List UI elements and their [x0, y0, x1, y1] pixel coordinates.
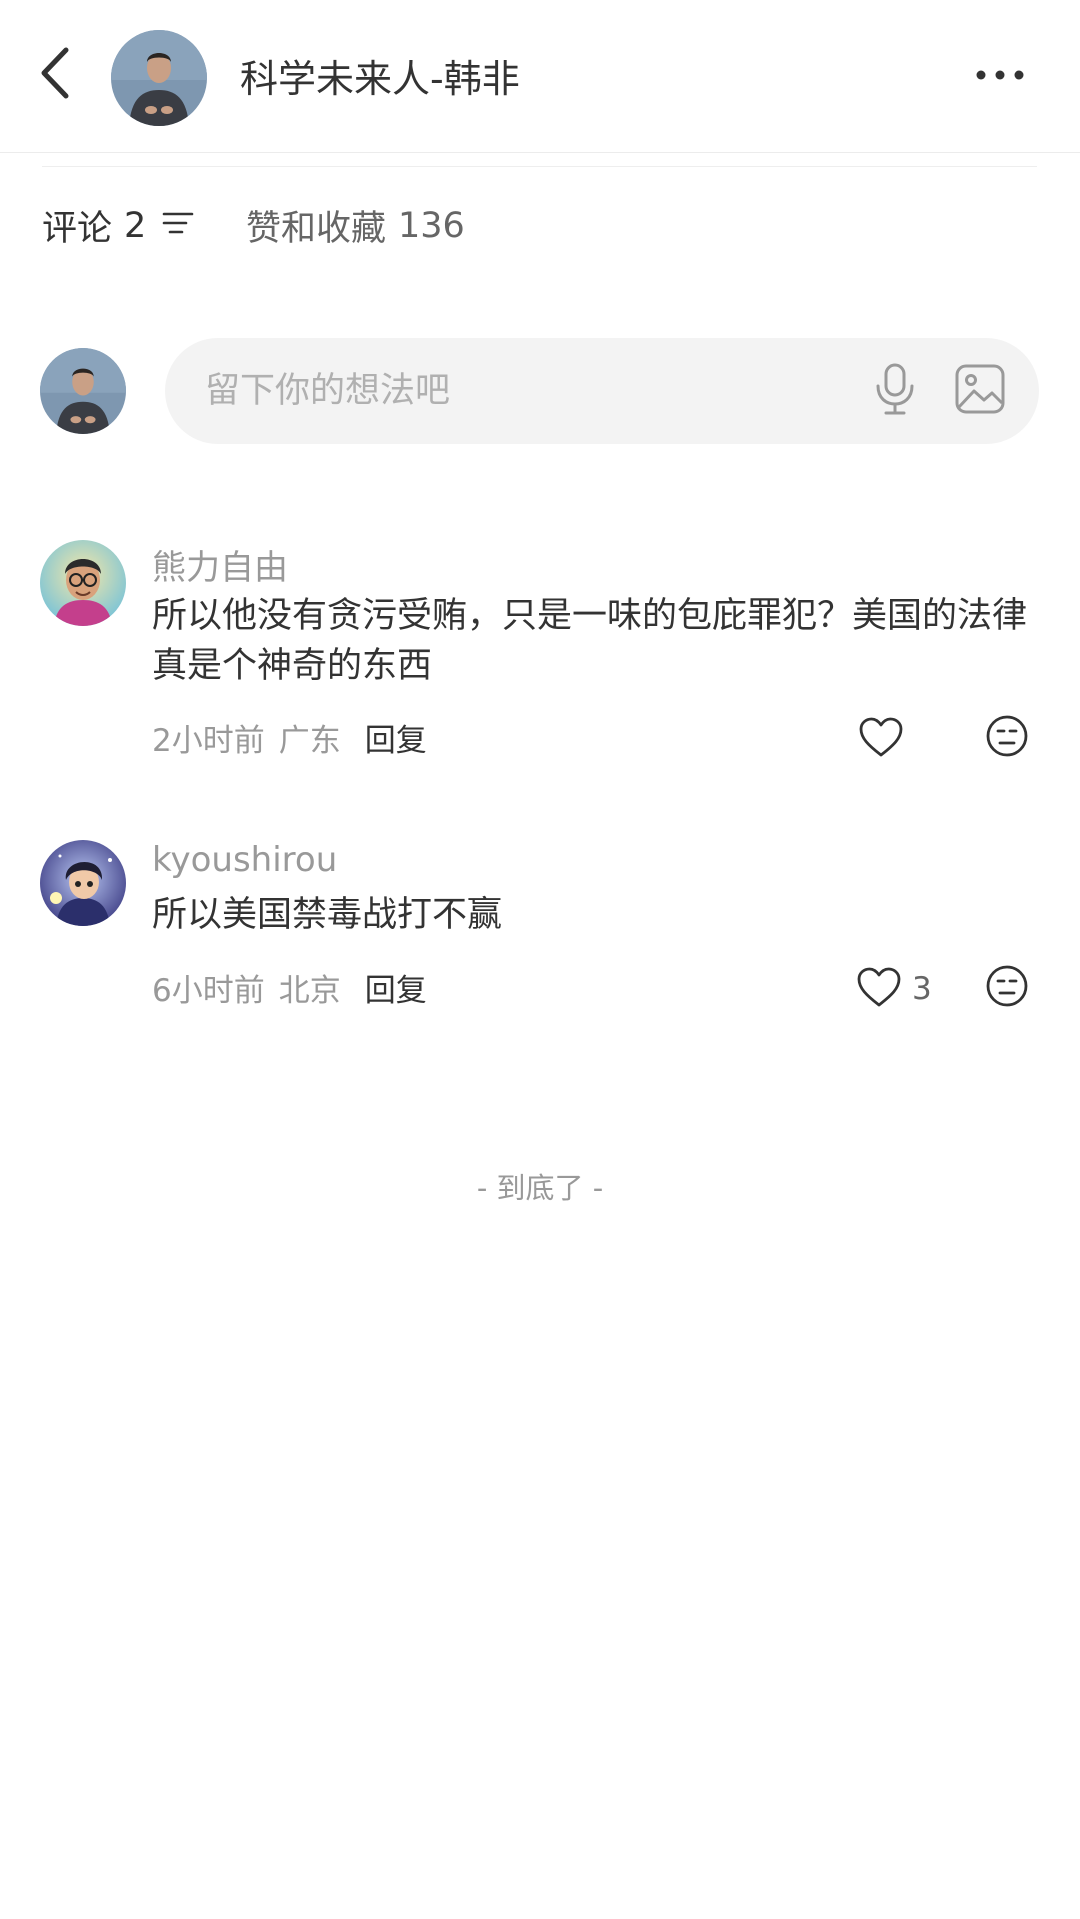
neutral-face-icon: [985, 965, 1029, 1012]
tab-comments-count: 2: [124, 205, 147, 246]
like-button[interactable]: 3: [856, 966, 932, 1012]
comment-item: kyoushirou 所以美国禁毒战打不赢 6小时前 北京 回复 3: [0, 840, 1080, 1020]
author-name[interactable]: 科学未来人-韩非: [240, 48, 520, 103]
commenter-name[interactable]: kyoushirou: [152, 840, 337, 880]
like-count: 3: [912, 971, 932, 1007]
commenter-avatar[interactable]: [40, 540, 126, 626]
back-arrow-icon: [38, 46, 72, 104]
tab-comments[interactable]: 评论 2: [42, 200, 194, 251]
header: 科学未来人-韩非: [0, 0, 1080, 155]
comment-location: 广东: [278, 723, 341, 759]
image-button[interactable]: [950, 361, 1010, 421]
comment-text[interactable]: 所以美国禁毒战打不赢: [152, 890, 1032, 940]
reply-button[interactable]: 回复: [365, 715, 427, 760]
tab-comments-label: 评论: [42, 209, 113, 249]
header-divider: [0, 152, 1080, 153]
more-button[interactable]: [970, 55, 1030, 95]
comment-time: 6小时前: [152, 973, 265, 1009]
emoji-react-button[interactable]: [985, 964, 1029, 1012]
tab-likes-count: 136: [398, 205, 465, 246]
comment-meta: 6小时前 北京 回复: [152, 965, 427, 1010]
section-divider: [42, 166, 1037, 167]
neutral-face-icon: [985, 715, 1029, 762]
comment-meta: 2小时前 广东 回复: [152, 715, 427, 760]
sort-filter-icon[interactable]: [162, 206, 194, 246]
back-button[interactable]: [30, 45, 80, 105]
heart-icon: [858, 716, 904, 762]
author-avatar[interactable]: [111, 30, 207, 126]
comment-text[interactable]: 所以他没有贪污受贿，只是一味的包庇罪犯？美国的法律真是个神奇的东西: [152, 591, 1032, 691]
image-icon: [954, 363, 1006, 419]
tab-likes-label: 赞和收藏: [246, 209, 387, 249]
emoji-react-button[interactable]: [985, 714, 1029, 762]
end-of-list-text: - 到底了 -: [476, 1171, 604, 1205]
heart-icon: [856, 966, 902, 1012]
commenter-name[interactable]: 熊力自由: [152, 540, 288, 589]
comment-item: 熊力自由 所以他没有贪污受贿，只是一味的包庇罪犯？美国的法律真是个神奇的东西 2…: [0, 540, 1080, 770]
more-dots-icon: [975, 66, 1025, 85]
commenter-avatar[interactable]: [40, 840, 126, 926]
voice-button[interactable]: [865, 361, 925, 421]
comment-input-box[interactable]: [165, 338, 1039, 444]
comments-page: 科学未来人-韩非 评论 2 赞和收藏 136 留下你的想法吧 熊力自由 所以他没…: [0, 0, 1080, 1919]
comment-input[interactable]: [205, 338, 855, 444]
reply-button[interactable]: 回复: [365, 965, 427, 1010]
tab-likes-collects[interactable]: 赞和收藏 136: [246, 200, 465, 251]
comment-location: 北京: [278, 973, 341, 1009]
like-button[interactable]: [858, 716, 914, 762]
my-avatar[interactable]: [40, 348, 126, 434]
comment-time: 2小时前: [152, 723, 265, 759]
microphone-icon: [872, 362, 918, 420]
